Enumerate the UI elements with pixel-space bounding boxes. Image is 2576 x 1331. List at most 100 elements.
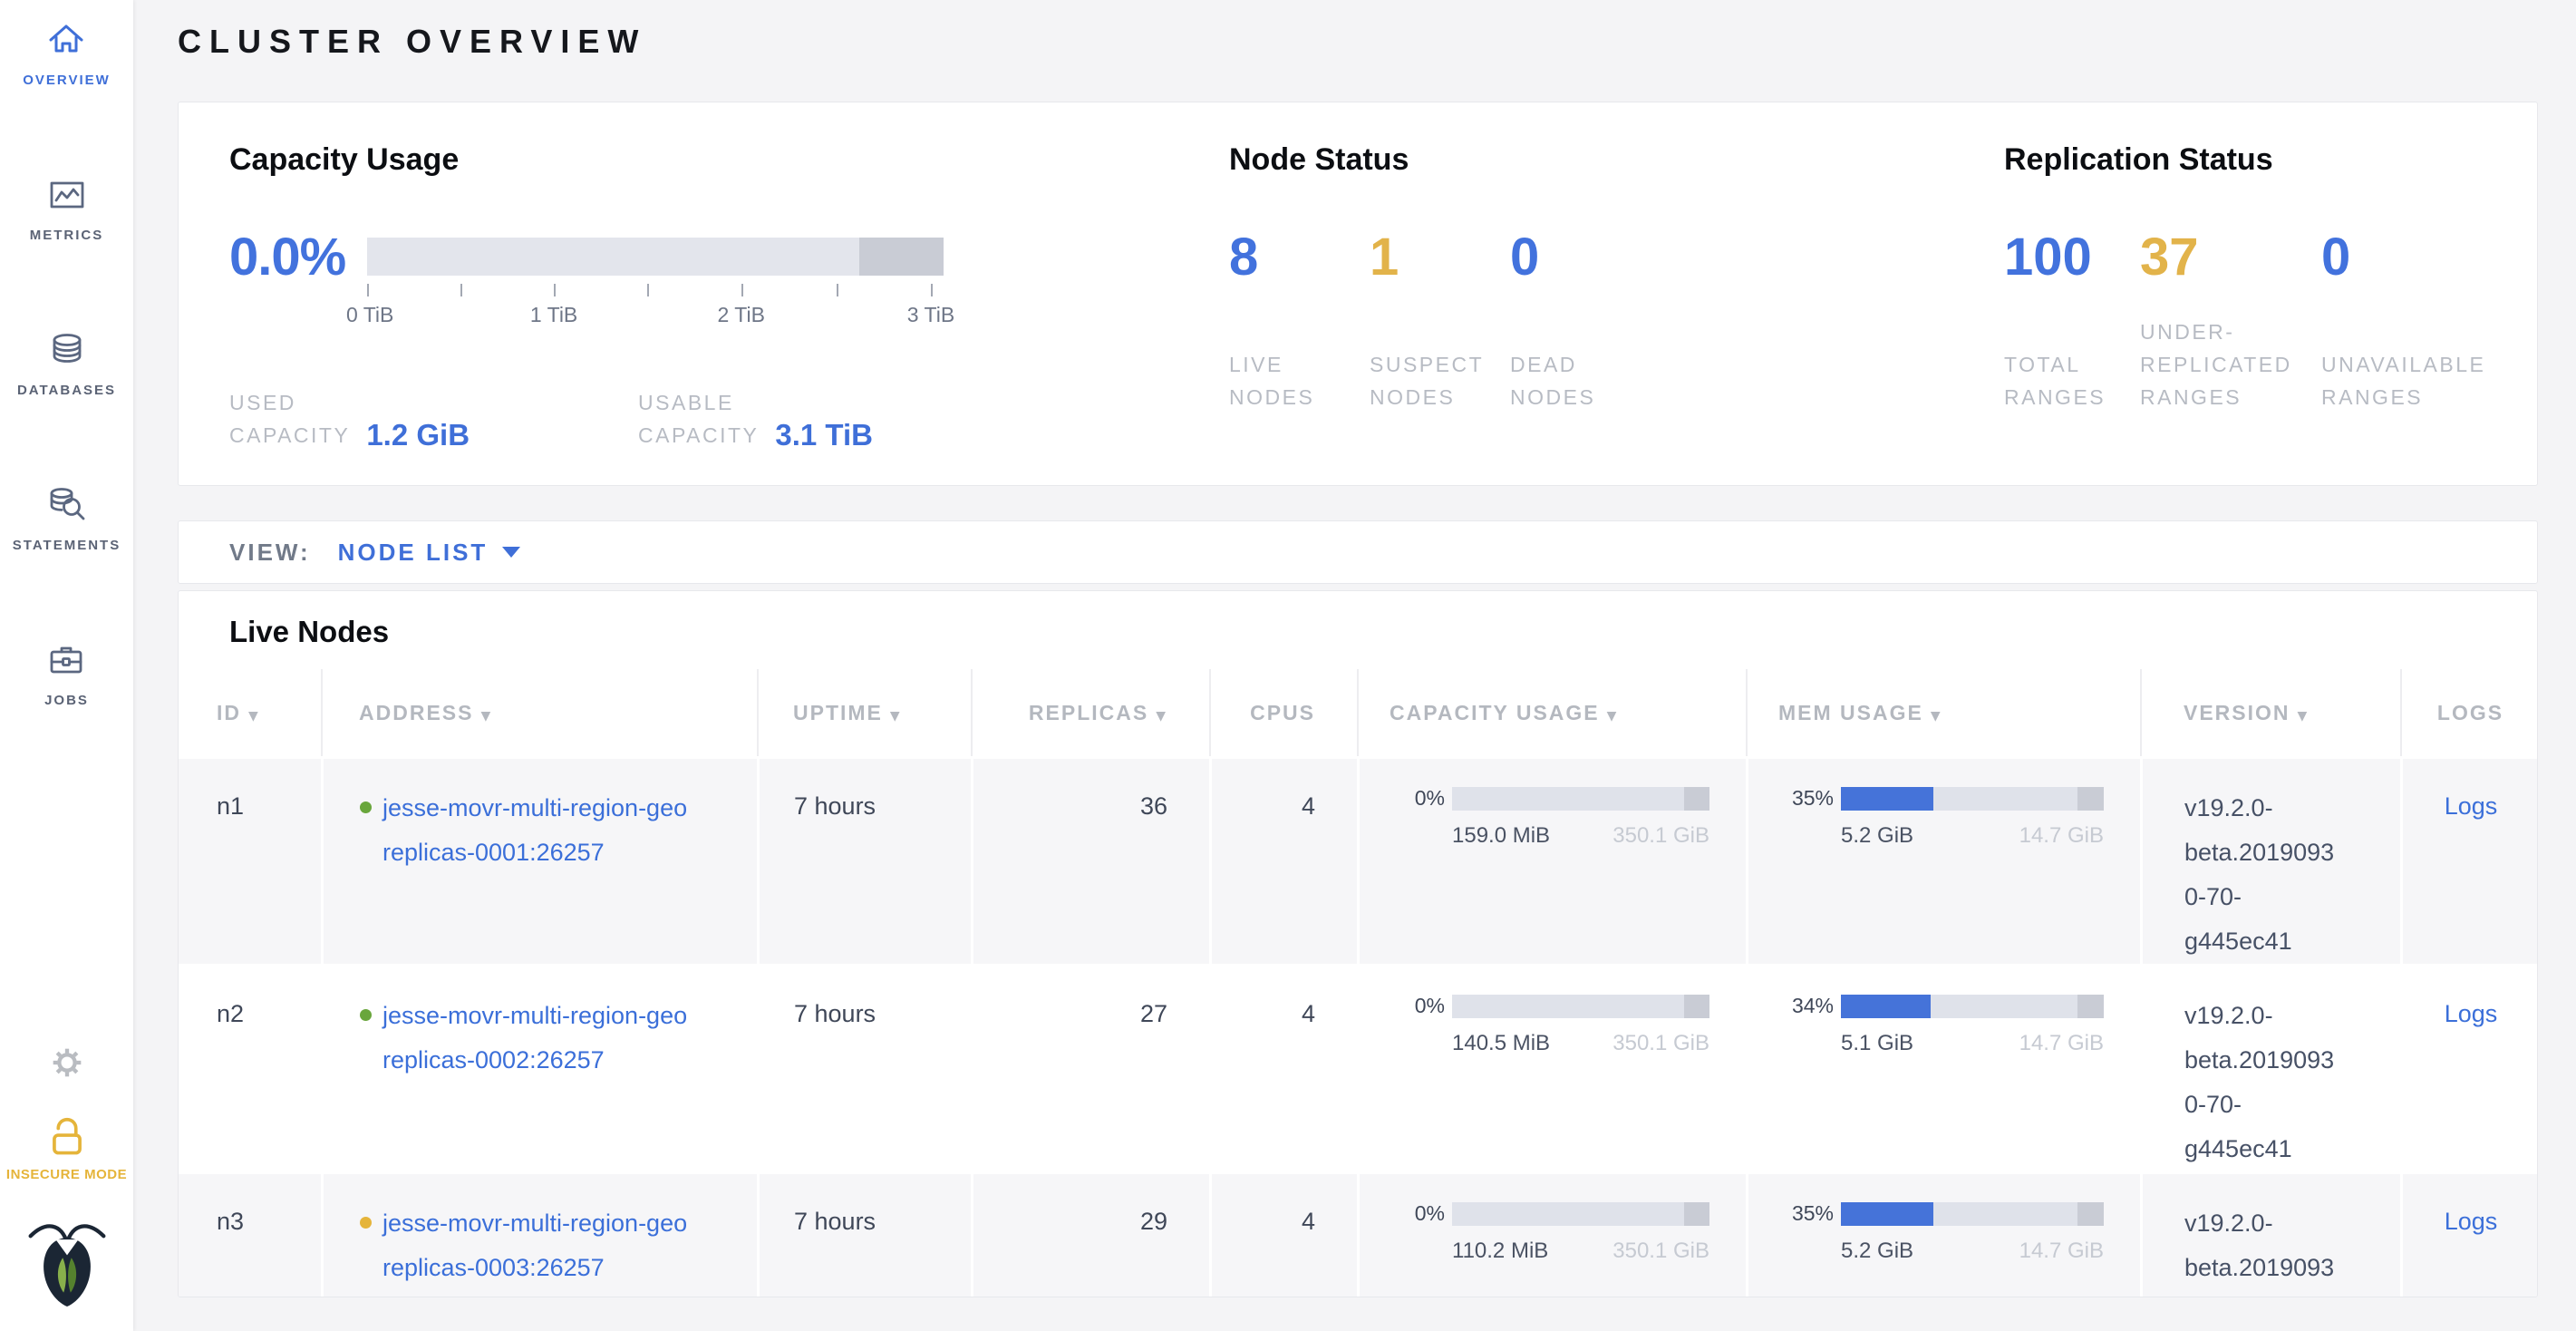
table-row: n3 jesse-movr-multi-region-georeplicas-0…: [179, 1171, 2538, 1297]
replication-status-section: Replication Status 100 TOTAL RANGES 37 U…: [2004, 102, 2537, 485]
node-address-link[interactable]: jesse-movr-multi-region-georeplicas-0002…: [383, 994, 687, 1083]
node-cpus-cell: 4: [1209, 964, 1357, 1171]
column-header-capacity-usage[interactable]: CAPACITY USAGE▼: [1357, 669, 1746, 756]
live-nodes-stat: 8 LIVE NODES: [1229, 238, 1370, 413]
node-capacity-cell: 0% 110.2 MiB350.1 GiB: [1357, 1171, 1746, 1297]
replication-status-title: Replication Status: [2004, 142, 2537, 178]
total-ranges-count: 100: [2004, 238, 2140, 277]
metrics-icon: [45, 173, 89, 217]
sidebar-item-label: OVERVIEW: [23, 73, 111, 88]
column-header-replicas[interactable]: REPLICAS▼: [971, 669, 1209, 756]
cockroachdb-logo: [24, 1217, 111, 1311]
chevron-down-icon: [502, 547, 520, 558]
column-header-id[interactable]: ID▼: [179, 669, 321, 756]
node-cpus-cell: 4: [1209, 756, 1357, 964]
sidebar-item-statements[interactable]: STATEMENTS: [13, 483, 121, 553]
table-row: n2 jesse-movr-multi-region-georeplicas-0…: [179, 964, 2538, 1171]
under-replicated-ranges-stat: 37 UNDER- REPLICATED RANGES: [2140, 238, 2321, 413]
logs-link[interactable]: Logs: [2445, 792, 2498, 820]
cluster-summary-card: Capacity Usage 0.0%: [178, 102, 2538, 486]
column-header-mem-usage[interactable]: MEM USAGE▼: [1746, 669, 2140, 756]
sort-icon: ▼: [2298, 709, 2310, 724]
home-icon: [44, 18, 88, 62]
capacity-gauge-track: [367, 238, 944, 276]
node-id-cell: n2: [179, 964, 321, 1171]
sort-icon: ▼: [890, 709, 902, 724]
node-logs-cell: Logs: [2400, 756, 2538, 964]
node-id-cell: n3: [179, 1171, 321, 1297]
node-replicas-cell: 27: [971, 964, 1209, 1171]
column-header-logs: LOGS: [2400, 669, 2538, 756]
node-replicas-cell: 36: [971, 756, 1209, 964]
mem-usage-bar: [1841, 787, 2104, 811]
sort-icon: ▼: [248, 709, 260, 724]
node-status-dot: [360, 1009, 372, 1021]
usable-capacity-label: USABLE: [638, 386, 759, 419]
live-nodes-count: 8: [1229, 238, 1370, 277]
column-header-version[interactable]: VERSION▼: [2140, 669, 2400, 756]
sidebar-item-label: DATABASES: [17, 383, 116, 398]
used-capacity-stat: USED CAPACITY 1.2 GiB: [229, 386, 470, 452]
capacity-gauge-axis: 0 TiB 1 TiB 2 TiB 3 TiB: [367, 276, 944, 328]
node-logs-cell: Logs: [2400, 1171, 2538, 1297]
node-version-cell: v19.2.0-beta.20190930-70-g445ec41: [2140, 964, 2400, 1171]
node-version-cell: v19.2.0-beta.20190930-70-g445ec41: [2140, 1171, 2400, 1297]
logs-link[interactable]: Logs: [2445, 1000, 2498, 1027]
axis-tick-label: 3 TiB: [907, 303, 954, 327]
mem-usage-bar: [1841, 1202, 2104, 1226]
under-replicated-ranges-count: 37: [2140, 238, 2321, 277]
sidebar-item-label: METRICS: [30, 228, 104, 243]
statements-icon: [44, 483, 88, 527]
used-capacity-label: USED: [229, 386, 350, 419]
sidebar-item-metrics[interactable]: METRICS: [30, 173, 104, 243]
sort-icon: ▼: [480, 709, 492, 724]
node-status-title: Node Status: [1229, 142, 2004, 178]
live-nodes-title: Live Nodes: [179, 615, 2537, 649]
sidebar-item-label: STATEMENTS: [13, 538, 121, 553]
dead-nodes-count: 0: [1510, 238, 1651, 277]
main-content: CLUSTER OVERVIEW Capacity Usage 0.0%: [133, 0, 2576, 1331]
total-ranges-stat: 100 TOTAL RANGES: [2004, 238, 2140, 413]
sidebar: OVERVIEW METRICS DATABASES STATEMENTS: [0, 0, 133, 1331]
capacity-usage-section: Capacity Usage 0.0%: [229, 102, 1229, 485]
node-address-link[interactable]: jesse-movr-multi-region-georeplicas-0003…: [383, 1201, 687, 1290]
column-header-uptime[interactable]: UPTIME▼: [757, 669, 971, 756]
sidebar-item-label: JOBS: [44, 693, 89, 708]
sidebar-item-databases[interactable]: DATABASES: [17, 328, 116, 398]
usable-capacity-stat: USABLE CAPACITY 3.1 TiB: [638, 386, 873, 452]
node-mem-cell: 35% 5.2 GiB14.7 GiB: [1746, 756, 2140, 964]
view-label: VIEW:: [229, 539, 311, 567]
capacity-usage-bar: [1452, 995, 1709, 1018]
axis-tick-label: 2 TiB: [718, 303, 765, 327]
dead-nodes-stat: 0 DEAD NODES: [1510, 238, 1651, 413]
suspect-nodes-stat: 1 SUSPECT NODES: [1370, 238, 1510, 413]
sidebar-item-jobs[interactable]: JOBS: [44, 638, 89, 708]
node-capacity-cell: 0% 140.5 MiB350.1 GiB: [1357, 964, 1746, 1171]
mem-usage-bar: [1841, 995, 2104, 1018]
column-header-cpus: CPUS: [1209, 669, 1357, 756]
node-status-dot: [360, 1217, 372, 1229]
node-uptime-cell: 7 hours: [757, 1171, 971, 1297]
column-header-address[interactable]: ADDRESS▼: [321, 669, 757, 756]
capacity-gauge-reserved-segment: [859, 238, 944, 276]
usable-capacity-value: 3.1 TiB: [775, 419, 873, 452]
used-capacity-value: 1.2 GiB: [366, 419, 470, 452]
node-logs-cell: Logs: [2400, 964, 2538, 1171]
gear-icon[interactable]: [46, 1042, 88, 1083]
jobs-icon: [44, 638, 88, 682]
axis-tick-label: 0 TiB: [346, 303, 393, 327]
sidebar-item-overview[interactable]: OVERVIEW: [23, 18, 111, 88]
view-dropdown[interactable]: NODE LIST: [338, 539, 521, 567]
node-capacity-cell: 0% 159.0 MiB350.1 GiB: [1357, 756, 1746, 964]
sort-icon: ▼: [1156, 709, 1167, 724]
node-address-link[interactable]: jesse-movr-multi-region-georeplicas-0001…: [383, 786, 687, 875]
axis-tick-label: 1 TiB: [530, 303, 577, 327]
node-status-dot: [360, 802, 372, 813]
node-mem-cell: 35% 5.2 GiB14.7 GiB: [1746, 1171, 2140, 1297]
node-address-cell: jesse-movr-multi-region-georeplicas-0002…: [321, 964, 757, 1171]
suspect-nodes-count: 1: [1370, 238, 1510, 277]
live-nodes-card: Live Nodes ID▼ ADDRESS▼ UPTIME▼ REPLICAS…: [178, 590, 2538, 1297]
node-address-cell: jesse-movr-multi-region-georeplicas-0001…: [321, 756, 757, 964]
sort-icon: ▼: [1931, 709, 1942, 724]
logs-link[interactable]: Logs: [2445, 1208, 2498, 1235]
